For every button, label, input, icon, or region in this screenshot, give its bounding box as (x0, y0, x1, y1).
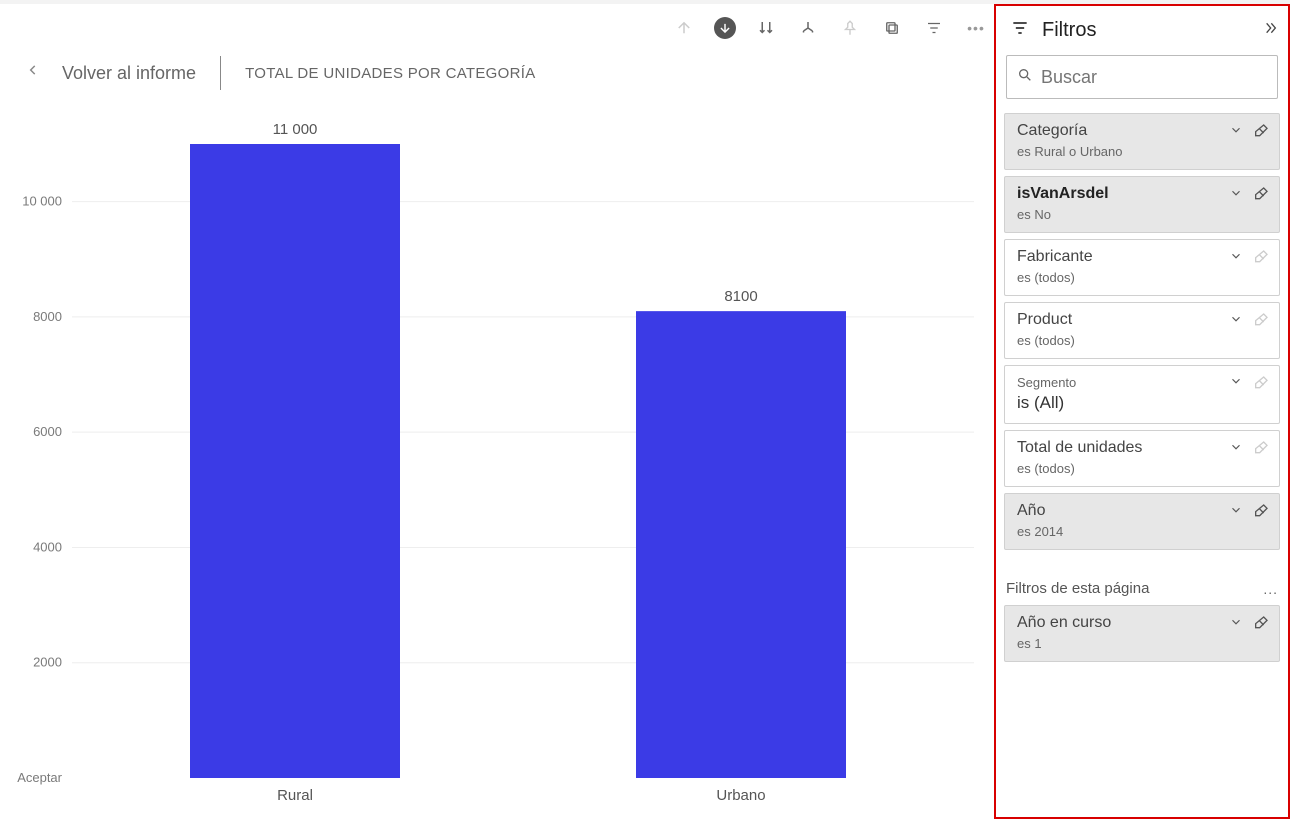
filter-card[interactable]: Categoría es Rural o Urbano (1004, 113, 1280, 170)
back-to-report-link[interactable]: Volver al informe (62, 63, 196, 84)
back-arrow-icon[interactable] (26, 60, 40, 86)
filter-card-summary: es 2014 (1017, 524, 1269, 539)
header-filter-icon[interactable] (922, 16, 946, 40)
chevron-down-icon[interactable] (1229, 374, 1243, 391)
main-area: ••• Volver al informe TOTAL DE UNIDADES … (0, 4, 994, 819)
filter-card-name: Total de unidades (1017, 439, 1229, 457)
filter-card[interactable]: Product es (todos) (1004, 302, 1280, 359)
filter-card-name: Categoría (1017, 122, 1229, 140)
bar-chart: 2000 4000 6000 8000 10 000 Aceptar 11 000 Rural… (4, 124, 984, 814)
filter-card-summary: es 1 (1017, 636, 1269, 651)
bar-value-label: 11 000 (273, 124, 318, 138)
y-tick-label: 2000 (33, 655, 62, 670)
chart-title: TOTAL DE UNIDADES POR CATEGORÍA (245, 65, 535, 82)
filters-title: Filtros (1042, 19, 1262, 42)
expand-level-icon[interactable] (796, 16, 820, 40)
filter-card[interactable]: Año en curso es 1 (1004, 605, 1280, 662)
chevron-down-icon[interactable] (1229, 503, 1243, 520)
chevron-down-icon[interactable] (1229, 615, 1243, 632)
x-tick-label: Rural (277, 787, 313, 804)
filter-card-summary: es (todos) (1017, 333, 1269, 348)
page-filters-more-icon[interactable]: ... (1263, 581, 1278, 597)
filter-card-summary: es (todos) (1017, 461, 1269, 476)
chevron-down-icon[interactable] (1229, 312, 1243, 329)
filter-card-name: Año en curso (1017, 614, 1229, 632)
clear-filter-icon[interactable] (1253, 312, 1269, 328)
filter-card[interactable]: isVanArsdel es No (1004, 176, 1280, 233)
clear-filter-icon[interactable] (1253, 186, 1269, 202)
chart-bar[interactable] (636, 311, 846, 778)
filter-card-name: Fabricante (1017, 248, 1229, 266)
collapse-pane-icon[interactable] (1262, 20, 1278, 41)
chevron-down-icon[interactable] (1229, 249, 1243, 266)
filter-card[interactable]: Año es 2014 (1004, 493, 1280, 550)
filters-pane: Filtros Categoría es Rural o Urbano isVanA… (994, 4, 1290, 819)
y-tick-label: 10 000 (22, 194, 62, 209)
next-level-icon[interactable] (754, 16, 778, 40)
filters-search-input[interactable] (1039, 66, 1267, 89)
chevron-down-icon[interactable] (1229, 186, 1243, 203)
clear-filter-icon[interactable] (1253, 123, 1269, 139)
search-icon (1017, 67, 1033, 88)
clear-filter-icon[interactable] (1253, 503, 1269, 519)
filter-card-name: isVanArsdel (1017, 185, 1229, 203)
filter-card-name: Product (1017, 311, 1229, 329)
y-axis-label: Aceptar (17, 770, 62, 785)
x-tick-label: Urbano (716, 787, 765, 804)
clear-filter-icon[interactable] (1253, 615, 1269, 631)
page-filters-header: Filtros de esta página ... (1000, 556, 1284, 605)
y-tick-label: 4000 (33, 539, 62, 554)
filter-card-name: Segmento (1017, 375, 1229, 390)
filter-icon (1010, 18, 1030, 43)
more-options-icon[interactable]: ••• (964, 16, 988, 40)
y-tick-label: 6000 (33, 424, 62, 439)
filters-search[interactable] (1006, 55, 1278, 99)
header-separator (220, 56, 221, 90)
chevron-down-icon[interactable] (1229, 123, 1243, 140)
pin-icon[interactable] (838, 16, 862, 40)
filter-card-summary: es Rural o Urbano (1017, 144, 1269, 159)
visual-toolbar: ••• (672, 16, 988, 40)
drill-down-on-icon[interactable] (714, 17, 736, 39)
drill-up-icon[interactable] (672, 16, 696, 40)
filter-card[interactable]: Segmento is (All) (1004, 365, 1280, 424)
clear-filter-icon[interactable] (1253, 440, 1269, 456)
filter-card-name: Año (1017, 502, 1229, 520)
page-filters-label: Filtros de esta página (1006, 580, 1149, 597)
filter-card-summary: es (todos) (1017, 270, 1269, 285)
filter-card-summary: es No (1017, 207, 1269, 222)
chevron-down-icon[interactable] (1229, 440, 1243, 457)
bar-value-label: 8100 (724, 288, 757, 305)
filter-card[interactable]: Total de unidades es (todos) (1004, 430, 1280, 487)
chart-header: Volver al informe TOTAL DE UNIDADES POR … (26, 56, 536, 90)
copy-icon[interactable] (880, 16, 904, 40)
y-tick-label: 8000 (33, 309, 62, 324)
filters-header: Filtros (1000, 12, 1284, 55)
clear-filter-icon[interactable] (1253, 249, 1269, 265)
chart-bar[interactable] (190, 144, 400, 778)
filter-card[interactable]: Fabricante es (todos) (1004, 239, 1280, 296)
filter-card-summary: is (All) (1017, 393, 1269, 413)
visual-level-filters: Categoría es Rural o Urbano isVanArsdel es … (1000, 113, 1284, 550)
page-level-filters: Año en curso es 1 (1000, 605, 1284, 662)
clear-filter-icon[interactable] (1253, 375, 1269, 391)
